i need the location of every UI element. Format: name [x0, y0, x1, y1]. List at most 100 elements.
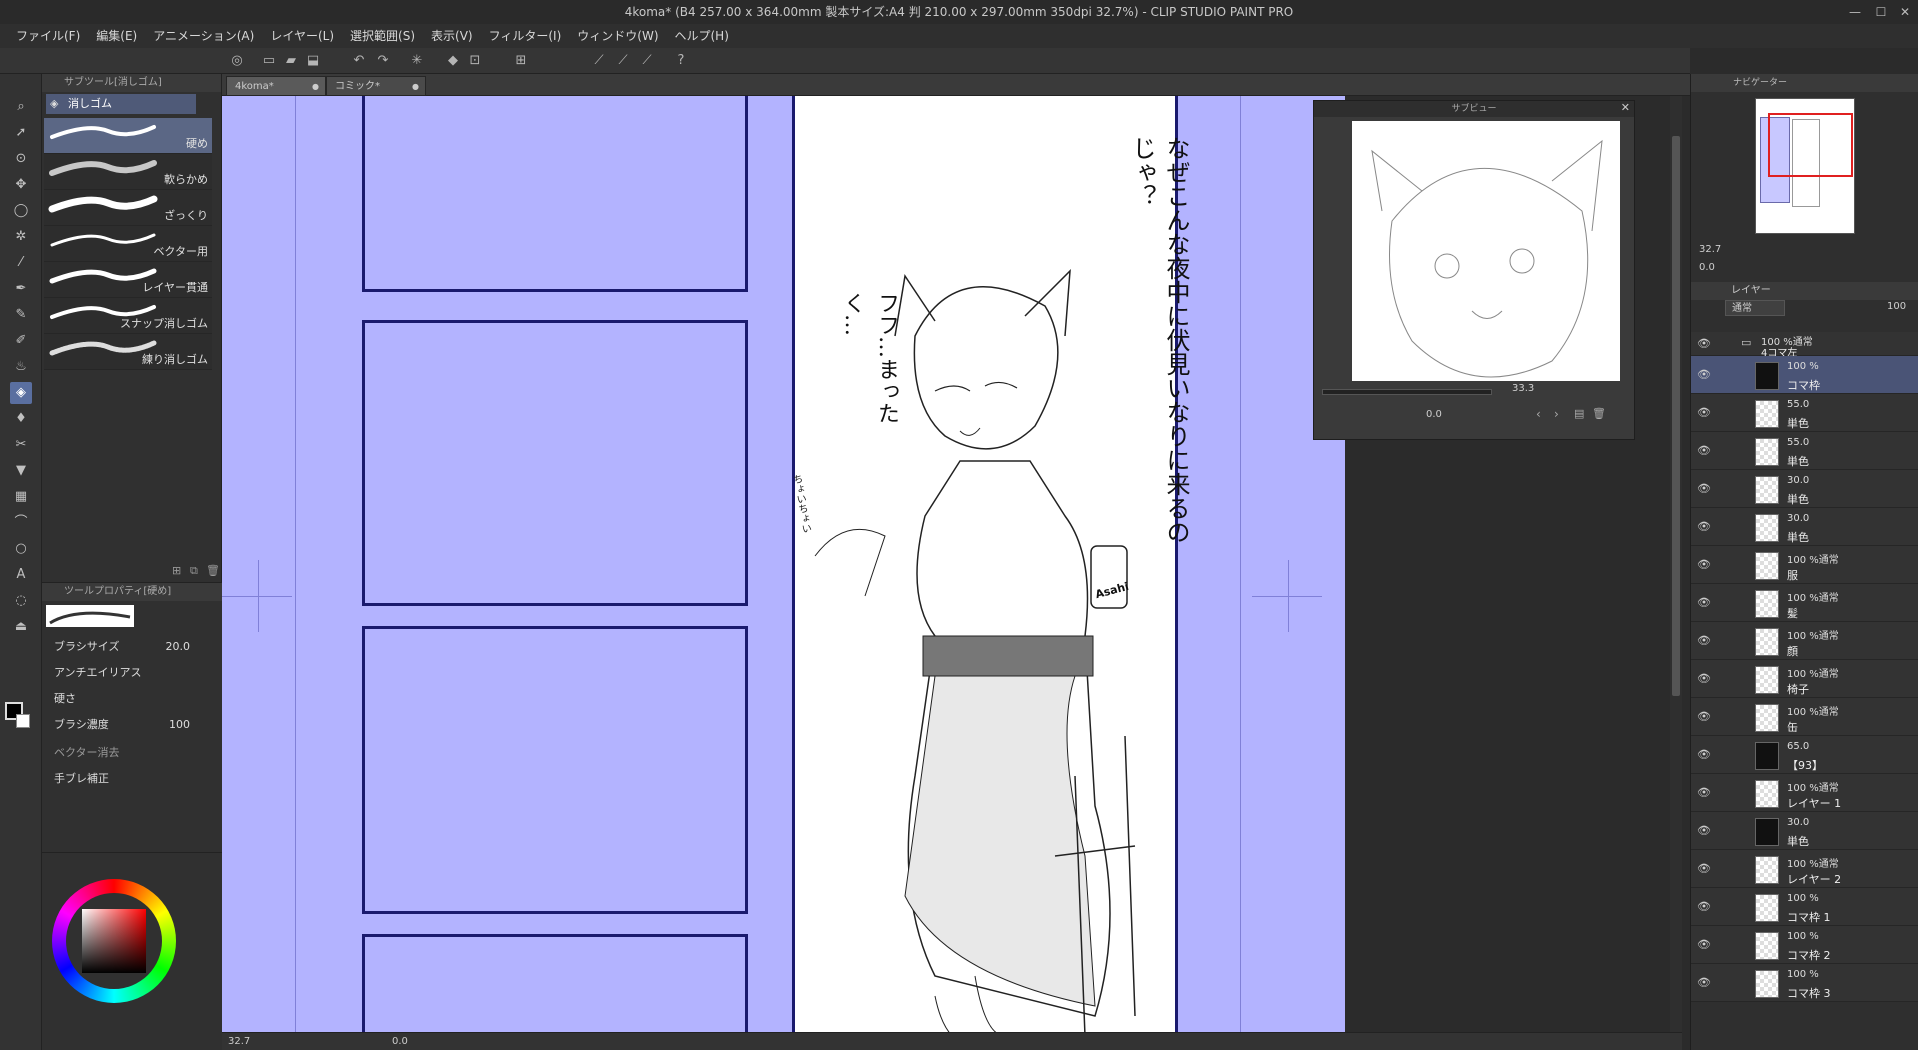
brush-size-value[interactable]: 20.0 [166, 635, 191, 659]
eye-icon[interactable]: 👁 [1697, 368, 1711, 382]
layer-opacity[interactable]: 100 [1887, 301, 1906, 312]
layer-tab[interactable]: レイヤー [1691, 282, 1918, 300]
hardness-row[interactable]: 硬さ [54, 687, 214, 711]
brush-size-row[interactable]: ブラシサイズ 20.0 [54, 635, 214, 659]
gradient-tool-icon[interactable]: ▦ [10, 486, 32, 508]
saturation-value-square[interactable] [82, 909, 146, 973]
fill-tool-icon[interactable]: ▼ [10, 460, 32, 482]
next-image-icon[interactable]: › [1554, 407, 1559, 421]
object-tool-icon[interactable]: ⊙ [10, 148, 32, 170]
brush-item[interactable]: 硬め [44, 118, 212, 154]
snap-ruler-icon[interactable]: ⟋ [614, 52, 632, 70]
menu-selection[interactable]: 選択範囲(S) [342, 24, 423, 48]
eye-icon[interactable]: 👁 [1697, 558, 1711, 572]
layer-row[interactable]: 👁 30.0 単色 [1691, 812, 1918, 850]
eye-icon[interactable]: 👁 [1697, 406, 1711, 420]
navigator-frame[interactable] [1768, 113, 1853, 177]
eye-icon[interactable]: 👁 [1697, 482, 1711, 496]
layer-row[interactable]: 👁 55.0 単色 [1691, 394, 1918, 432]
frame-tool-icon[interactable]: ⌒ [10, 512, 32, 534]
navigator-tab[interactable]: ナビゲーター [1691, 74, 1918, 92]
minimize-button[interactable]: — [1842, 0, 1868, 24]
layer-row[interactable]: 👁 100 %通常服 [1691, 546, 1918, 584]
fill-selection-icon[interactable]: ◆ [444, 52, 462, 70]
brush-item[interactable]: レイヤー貫通 [44, 262, 212, 298]
subview-close-icon[interactable]: ✕ [1621, 101, 1630, 114]
menu-window[interactable]: ウィンドウ(W) [569, 24, 666, 48]
eye-icon[interactable]: 👁 [1697, 596, 1711, 610]
correct-line-icon[interactable]: ⏏ [10, 616, 32, 638]
undo-icon[interactable]: ↶ [350, 52, 368, 70]
layer-row[interactable]: 👁 100 % コマ枠 [1691, 356, 1918, 394]
clear-icon[interactable]: ✳ [408, 52, 426, 70]
subview-zoom-value[interactable]: 33.3 [1512, 383, 1534, 394]
eye-icon[interactable]: 👁 [1697, 862, 1711, 876]
eye-icon[interactable]: 👁 [1697, 824, 1711, 838]
open-folder-icon[interactable]: ▰ [282, 52, 300, 70]
delete-icon[interactable]: 🗑 [1592, 407, 1606, 420]
eye-icon[interactable]: 👁 [1697, 938, 1711, 952]
stabilizer-row[interactable]: 手ブレ補正 [54, 767, 214, 791]
menu-animation[interactable]: アニメーション(A) [145, 24, 262, 48]
antialias-row[interactable]: アンチエイリアス [54, 661, 214, 685]
layer-row[interactable]: 👁 100 % コマ枠 1 [1691, 888, 1918, 926]
menu-edit[interactable]: 編集(E) [88, 24, 145, 48]
eye-icon[interactable]: 👁 [1697, 337, 1711, 351]
layer-row[interactable]: 👁 65.0 【93】 [1691, 736, 1918, 774]
close-button[interactable]: ✕ [1892, 0, 1918, 24]
close-tab-icon[interactable]: ● [312, 77, 319, 97]
save-icon[interactable]: ⬓ [304, 52, 322, 70]
subview-image[interactable] [1352, 121, 1620, 381]
eye-icon[interactable]: 👁 [1697, 520, 1711, 534]
close-tab-icon[interactable]: ● [412, 77, 419, 97]
layer-row[interactable]: 👁 100 % コマ枠 3 [1691, 964, 1918, 1002]
import-icon[interactable]: ▤ [1574, 407, 1584, 420]
add-subtool-icon[interactable]: ⊞ [172, 564, 181, 577]
eye-icon[interactable]: 👁 [1697, 900, 1711, 914]
prev-image-icon[interactable]: ‹ [1536, 407, 1541, 421]
layer-row[interactable]: 👁 30.0 単色 [1691, 508, 1918, 546]
eraser-tool-icon[interactable]: ◈ [10, 382, 32, 404]
layer-row[interactable]: 👁 100 % コマ枠 2 [1691, 926, 1918, 964]
operation-tool-icon[interactable]: ➚ [10, 122, 32, 144]
brush-item[interactable]: 練り消しゴム [44, 334, 212, 370]
blend-mode-select[interactable]: 通常 [1725, 300, 1785, 316]
vector-erase-row[interactable]: ベクター消去 [54, 741, 214, 765]
magic-wand-icon[interactable]: ✲ [10, 226, 32, 248]
help-icon[interactable]: ? [672, 52, 690, 70]
menu-file[interactable]: ファイル(F) [8, 24, 88, 48]
eye-icon[interactable]: 👁 [1697, 672, 1711, 686]
app-icon[interactable]: ◎ [228, 52, 246, 70]
density-value[interactable]: 100 [169, 713, 190, 737]
maximize-button[interactable]: ☐ [1868, 0, 1894, 24]
balloon-tool-icon[interactable]: ◌ [10, 590, 32, 612]
new-file-icon[interactable]: ▭ [260, 52, 278, 70]
pen-tool-icon[interactable]: ✒ [10, 278, 32, 300]
lasso-tool-icon[interactable]: ◯ [10, 200, 32, 222]
eye-icon[interactable]: 👁 [1697, 710, 1711, 724]
menu-view[interactable]: 表示(V) [423, 24, 481, 48]
layer-folder[interactable]: 👁 ▭ 100 %通常 4コマ左 [1691, 332, 1918, 359]
crop-icon[interactable]: ⊡ [466, 52, 484, 70]
blend-tool-icon[interactable]: ♦ [10, 408, 32, 430]
eye-icon[interactable]: 👁 [1697, 786, 1711, 800]
copy-subtool-icon[interactable]: ⧉ [190, 564, 198, 578]
move-tool-icon[interactable]: ✥ [10, 174, 32, 196]
layer-row[interactable]: 👁 100 %通常缶 [1691, 698, 1918, 736]
layer-row[interactable]: 👁 100 %通常 レイヤー 1 [1691, 774, 1918, 812]
airbrush-icon[interactable]: ♨ [10, 356, 32, 378]
brush-item[interactable]: スナップ消しゴム [44, 298, 212, 334]
eye-icon[interactable]: 👁 [1697, 748, 1711, 762]
layer-row[interactable]: 👁 100 %通常 レイヤー 2 [1691, 850, 1918, 888]
text-tool-icon[interactable]: A [10, 564, 32, 586]
subview-zoom-slider[interactable] [1322, 389, 1492, 395]
eye-icon[interactable]: 👁 [1697, 634, 1711, 648]
tab-4koma[interactable]: 4koma* ● [226, 76, 326, 96]
eye-icon[interactable]: 👁 [1697, 976, 1711, 990]
menu-help[interactable]: ヘルプ(H) [667, 24, 737, 48]
sub-color-swatch[interactable] [16, 714, 30, 728]
transform-icon[interactable]: ⊞ [512, 52, 530, 70]
snap-special-icon[interactable]: ⟋ [638, 52, 656, 70]
layer-row[interactable]: 👁 100 %通常顔 [1691, 622, 1918, 660]
decoration-tool-icon[interactable]: ✂ [10, 434, 32, 456]
